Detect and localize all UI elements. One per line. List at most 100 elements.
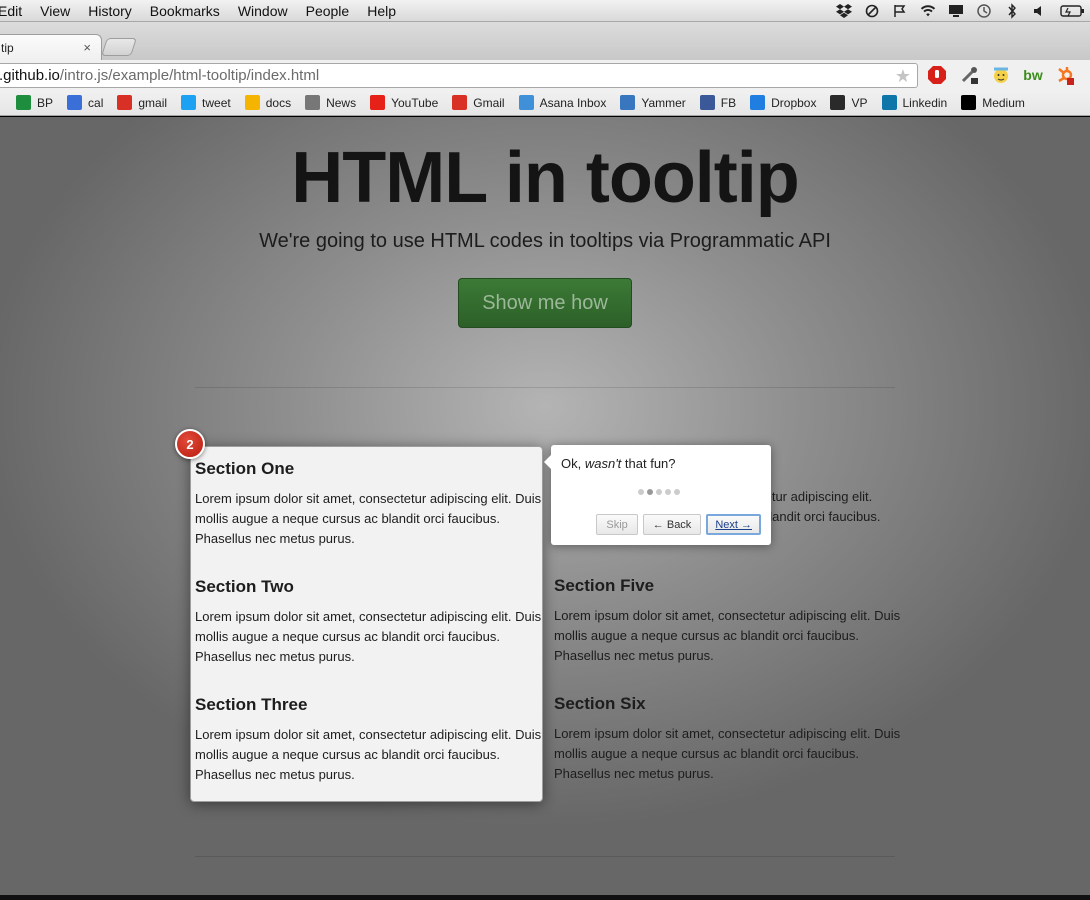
bookmark-label: FB — [720, 95, 737, 110]
progress-bullet[interactable] — [674, 489, 680, 495]
next-button[interactable]: Next → — [706, 514, 761, 535]
bookmark-bp[interactable]: BP — [16, 95, 53, 110]
section-heading: Section Three — [195, 695, 308, 714]
vp-icon — [830, 95, 846, 110]
time-machine-icon[interactable] — [976, 3, 992, 19]
bookmark-medium[interactable]: Medium — [961, 95, 1025, 110]
bluetooth-icon[interactable] — [1004, 3, 1020, 19]
bookmark-label: BP — [37, 95, 54, 110]
back-button[interactable]: ← Back — [642, 514, 702, 535]
bookmark-youtube[interactable]: YouTube — [370, 95, 438, 110]
sheets-icon — [16, 95, 31, 110]
bookmark-linkedin[interactable]: Linkedin — [881, 95, 947, 110]
bottom-edge — [0, 895, 1090, 900]
tab-title: tip — [1, 40, 14, 55]
facebook-icon — [699, 95, 715, 110]
medium-icon — [961, 95, 977, 110]
bookmark-label: Yammer — [641, 95, 686, 110]
section-six: Section Six Lorem ipsum dolor sit amet, … — [554, 694, 904, 784]
bookmark-cal[interactable]: cal — [67, 95, 103, 110]
flag-status-icon[interactable] — [892, 3, 908, 19]
menu-help[interactable]: Help — [367, 3, 396, 19]
show-me-how-button[interactable]: Show me how — [458, 278, 632, 328]
tour-tooltip: Ok, wasn't that fun? Skip ← Back Next → — [544, 445, 771, 545]
tooltip-arrow — [544, 455, 551, 469]
hubspot-extension-icon[interactable] — [1054, 64, 1076, 86]
page-title: HTML in tooltip — [291, 138, 800, 218]
bw-extension-icon[interactable]: bw — [1022, 64, 1044, 86]
face-extension-icon[interactable] — [990, 64, 1012, 86]
section-two: Section Two Lorem ipsum dolor sit amet, … — [195, 577, 545, 667]
bookmark-dropbox[interactable]: Dropbox — [750, 95, 816, 110]
menu-bookmarks[interactable]: Bookmarks — [150, 3, 220, 19]
bookmark-news[interactable]: News — [305, 95, 356, 110]
linkedin-icon — [881, 95, 897, 110]
gear-extension-icon[interactable]: ✻ — [1086, 64, 1090, 86]
bookmark-label: Medium — [982, 95, 1025, 110]
display-icon[interactable] — [948, 3, 964, 19]
page-subtitle: We're going to use HTML codes in tooltip… — [259, 230, 831, 252]
progress-bullet[interactable] — [665, 489, 671, 495]
volume-icon[interactable] — [1032, 3, 1048, 19]
bookmark-docs[interactable]: docs — [244, 95, 291, 110]
bookmark-vp[interactable]: VP — [830, 95, 868, 110]
wifi-icon[interactable] — [920, 3, 936, 19]
battery-icon[interactable] — [1060, 3, 1086, 19]
section-body: Lorem ipsum dolor sit amet, consectetur … — [554, 726, 901, 781]
browser-toolbar: .github.io/intro.js/example/html-tooltip… — [0, 60, 1090, 90]
twitter-icon — [181, 95, 197, 110]
tooltip-buttons: Skip ← Back Next → — [596, 514, 761, 535]
bookmark-asana-inbox[interactable]: Asana Inbox — [518, 95, 606, 110]
tooltip-text: Ok, wasn't that fun? — [561, 456, 676, 471]
section-one: Section One Lorem ipsum dolor sit amet, … — [195, 459, 545, 549]
browser-tab[interactable]: tip × — [0, 34, 102, 60]
bookmark-label: Gmail — [473, 95, 505, 110]
dropbox-icon — [750, 95, 766, 110]
address-bar[interactable]: .github.io/intro.js/example/html-tooltip… — [0, 63, 918, 88]
eyedropper-extension-icon[interactable] — [958, 64, 980, 86]
top-divider — [195, 387, 895, 388]
bookmark-fb[interactable]: FB — [699, 95, 737, 110]
yammer-icon — [620, 95, 636, 110]
menu-list: Edit View History Bookmarks Window People Help — [0, 3, 414, 19]
mac-menubar: Edit View History Bookmarks Window People Help — [0, 0, 1090, 22]
progress-bullet[interactable] — [656, 489, 662, 495]
bookmark-yammer[interactable]: Yammer — [620, 95, 686, 110]
calendar-icon — [67, 95, 83, 110]
menu-people[interactable]: People — [306, 3, 350, 19]
menu-history[interactable]: History — [88, 3, 132, 19]
bookmark-gmail[interactable]: gmail — [117, 95, 167, 110]
bookmark-label: Dropbox — [771, 95, 817, 110]
menu-window[interactable]: Window — [238, 3, 288, 19]
bookmark-gmail[interactable]: Gmail — [452, 95, 505, 110]
menu-view[interactable]: View — [40, 3, 70, 19]
section-heading: Section Five — [554, 576, 655, 595]
bookmark-tweet[interactable]: tweet — [181, 95, 231, 110]
tooltip-text-emphasis: wasn't — [584, 456, 622, 471]
new-tab-button[interactable] — [101, 38, 137, 56]
gmail-icon — [117, 95, 133, 110]
section-body: Lorem ipsum dolor sit amet, consectetur … — [554, 608, 901, 663]
url-path: /intro.js/example/html-tooltip/index.htm… — [59, 67, 320, 84]
sync-status-icon[interactable] — [864, 3, 880, 19]
menu-edit[interactable]: Edit — [0, 3, 22, 19]
adblock-extension-icon[interactable] — [926, 64, 948, 86]
progress-bullet[interactable] — [647, 489, 653, 495]
section-five: Section Five Lorem ipsum dolor sit amet,… — [554, 576, 904, 666]
extension-icons: bw ✻ — [926, 64, 1090, 86]
skip-button[interactable]: Skip — [596, 514, 638, 535]
dropbox-status-icon[interactable] — [836, 3, 852, 19]
tour-highlight-panel: Section One Lorem ipsum dolor sit amet, … — [190, 446, 543, 802]
bookmark-label: News — [326, 95, 357, 110]
bookmarks-bar: BP cal gmail tweet docs News YouTube Gmail Asana… — [0, 90, 1090, 116]
tab-close-icon[interactable]: × — [83, 40, 91, 55]
youtube-icon — [370, 95, 386, 110]
url-host: .github.io — [0, 67, 60, 84]
progress-bullet[interactable] — [638, 489, 644, 495]
section-three: Section Three Lorem ipsum dolor sit amet… — [195, 695, 545, 785]
bookmark-label: VP — [851, 95, 868, 110]
bookmark-star-icon[interactable]: ★ — [895, 66, 911, 87]
status-icons — [836, 0, 1090, 22]
section-body: Lorem ipsum dolor sit amet, consectetur … — [195, 609, 542, 664]
tour-progress-bullets — [638, 489, 680, 495]
